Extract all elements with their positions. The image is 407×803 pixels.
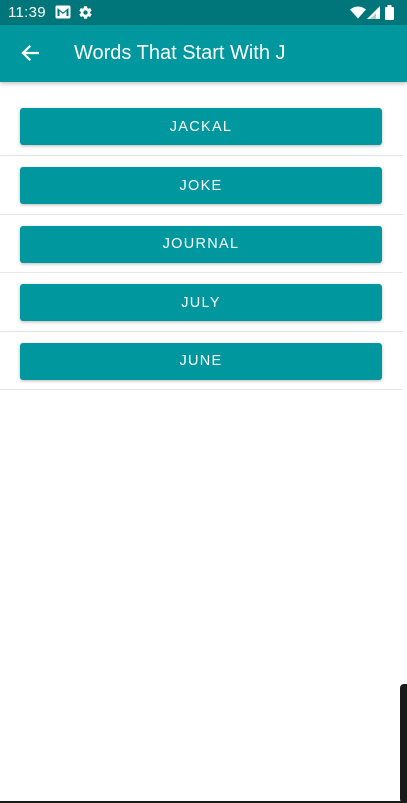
app-bar: Words That Start With J: [0, 25, 407, 82]
gmail-icon: [55, 5, 71, 19]
list-item: JOURNAL: [0, 215, 403, 273]
settings-gear-icon: [79, 6, 92, 19]
list-item: JOKE: [0, 156, 403, 215]
battery-icon: [385, 5, 394, 20]
list-item: JUNE: [0, 332, 403, 390]
scroll-handle[interactable]: [400, 684, 407, 803]
page-title: Words That Start With J: [74, 42, 286, 64]
wifi-icon: [350, 6, 366, 19]
arrow-left-icon: [21, 44, 39, 62]
word-button-june[interactable]: JUNE: [20, 342, 382, 380]
word-button-journal[interactable]: JOURNAL: [20, 225, 382, 263]
back-button[interactable]: [12, 35, 48, 71]
word-button-jackal[interactable]: JACKAL: [20, 108, 382, 145]
status-bar: 11:39: [0, 0, 407, 25]
list-item: JULY: [0, 273, 403, 332]
word-button-joke[interactable]: JOKE: [20, 167, 382, 204]
cellular-signal-icon: [367, 6, 380, 19]
list-item: JACKAL: [0, 82, 403, 156]
word-list: JACKAL JOKE JOURNAL JULY JUNE: [0, 82, 403, 390]
status-time: 11:39: [8, 4, 46, 21]
word-button-july[interactable]: JULY: [20, 284, 382, 321]
